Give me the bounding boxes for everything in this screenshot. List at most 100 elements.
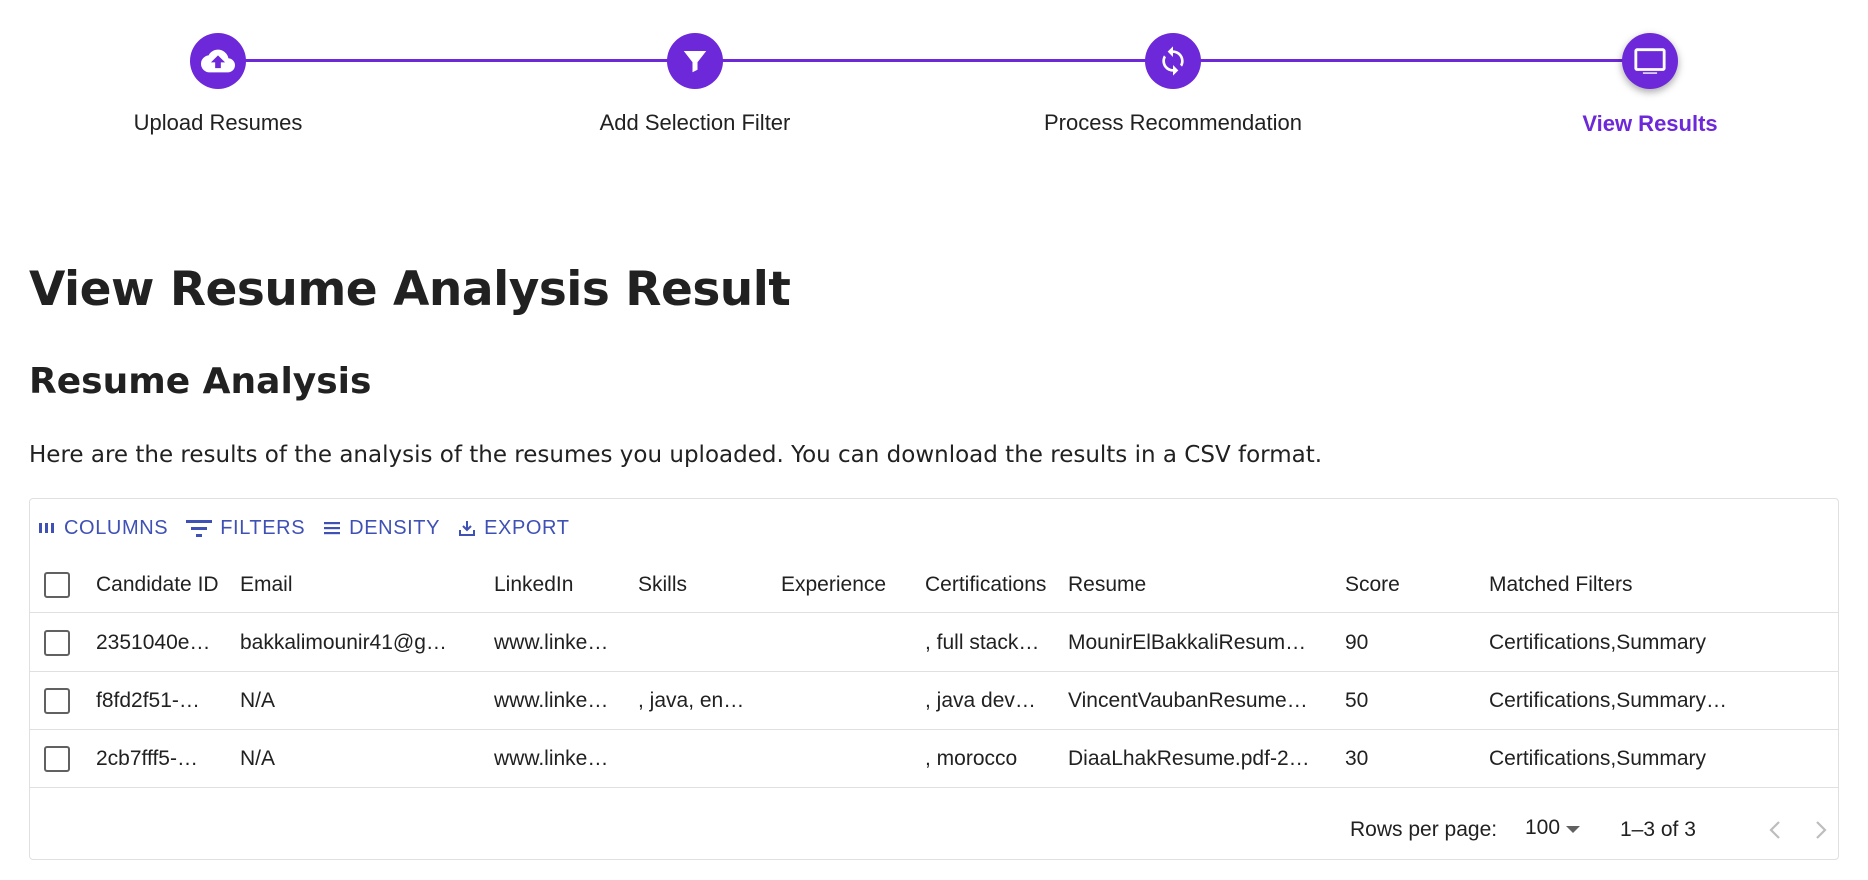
column-header-label: Matched Filters [1489,572,1633,596]
cell-skills[interactable]: , java, en… [638,672,766,729]
cell-text: , java dev… [925,688,1036,712]
column-header-label: Candidate ID [96,572,219,596]
cell-matched-filters[interactable]: Certifications,Summary [1489,730,1809,787]
page-title: View Resume Analysis Result [29,262,791,317]
filter-icon [683,51,707,73]
column-header-label: LinkedIn [494,572,574,596]
row-checkbox[interactable] [44,687,70,714]
caret-down-icon [1566,825,1581,833]
table-row[interactable]: f8fd2f51-… N/A www.linke… , java, en… , … [30,672,1838,730]
row-checkbox[interactable] [44,745,70,772]
step-label: Upload Resumes [133,110,303,135]
cell-certifications[interactable]: , full stack… [925,614,1060,671]
column-header-label: Skills [638,572,688,596]
cell-skills[interactable] [638,614,766,671]
cell-matched-filters[interactable]: Certifications,Summary [1489,614,1809,671]
density-label: DENSITY [349,516,441,539]
density-icon [324,522,341,535]
cell-text: N/A [240,688,276,712]
cell-text: DiaaLhakResume.pdf-2… [1068,746,1310,770]
export-label: EXPORT [484,516,570,539]
column-header-skills[interactable]: Skills [638,557,766,612]
filter-list-icon [186,520,213,537]
cell-experience[interactable] [781,614,913,671]
step-view-results[interactable]: View Results [1470,0,1830,150]
step-upload-resumes[interactable]: Upload Resumes [38,0,398,150]
column-header-label: Experience [781,572,887,596]
cell-experience[interactable] [781,730,913,787]
column-header-certifications[interactable]: Certifications [925,557,1060,612]
cell-text: Certifications,Summary [1489,746,1707,770]
export-button[interactable]: EXPORT [458,517,569,540]
rows-per-page-label: Rows per page: [1350,818,1498,841]
cell-score[interactable]: 50 [1345,672,1475,729]
cell-linkedin[interactable]: www.linke… [494,672,624,729]
cell-certifications[interactable]: , java dev… [925,672,1060,729]
cell-text: www.linke… [494,688,609,712]
cell-resume[interactable]: MounirElBakkaliResum… [1068,614,1338,671]
column-header-label: Certifications [925,572,1047,596]
cell-linkedin[interactable]: www.linke… [494,730,624,787]
results-data-grid: COLUMNS FILTERS DENSITY EXPORT Candidate… [29,498,1839,860]
cell-email[interactable]: N/A [240,672,480,729]
table-header-row: Candidate ID Email LinkedIn Skills Exper… [30,557,1838,613]
column-header-label: Resume [1068,572,1147,596]
column-header-score[interactable]: Score [1345,557,1475,612]
columns-icon [39,523,54,533]
cell-score[interactable]: 90 [1345,614,1475,671]
cloud-upload-icon [201,49,235,73]
column-header-matched-filters[interactable]: Matched Filters [1489,557,1809,612]
cell-matched-filters[interactable]: Certifications,Summary… [1489,672,1809,729]
column-header-linkedin[interactable]: LinkedIn [494,557,624,612]
step-circle-active [1622,33,1678,89]
cell-certifications[interactable]: , morocco [925,730,1060,787]
download-icon [459,521,476,536]
cell-text: , full stack… [925,630,1040,654]
cell-email[interactable]: N/A [240,730,480,787]
column-header-resume[interactable]: Resume [1068,557,1338,612]
cell-text: MounirElBakkaliResum… [1068,630,1307,654]
columns-button[interactable]: COLUMNS [38,517,168,540]
monitor-icon [1634,48,1666,74]
column-header-experience[interactable]: Experience [781,557,913,612]
cell-experience[interactable] [781,672,913,729]
cell-text: VincentVaubanResume… [1068,688,1308,712]
next-page-button[interactable] [1808,816,1834,844]
filters-label: FILTERS [220,516,306,539]
column-header-email[interactable]: Email [240,557,480,612]
chevron-left-icon [1769,821,1780,839]
cell-candidate-id[interactable]: 2cb7fff5-… [96,730,226,787]
grid-footer: Rows per page: 100 1–3 of 3 [30,794,1838,860]
refresh-icon [1162,46,1184,76]
table-row[interactable]: 2cb7fff5-… N/A www.linke… , morocco Diaa… [30,730,1838,788]
cell-candidate-id[interactable]: 2351040e… [96,614,226,671]
section-title: Resume Analysis [29,361,372,402]
cell-score[interactable]: 30 [1345,730,1475,787]
cell-email[interactable]: bakkalimounir41@g… [240,614,480,671]
row-checkbox[interactable] [44,629,70,656]
cell-candidate-id[interactable]: f8fd2f51-… [96,672,226,729]
cell-linkedin[interactable]: www.linke… [494,614,624,671]
pagination-range: 1–3 of 3 [1620,818,1696,841]
cell-resume[interactable]: DiaaLhakResume.pdf-2… [1068,730,1338,787]
previous-page-button[interactable] [1762,816,1788,844]
density-button[interactable]: DENSITY [323,517,440,540]
cell-text: www.linke… [494,746,609,770]
stepper-connector [218,59,1650,62]
cell-text: Certifications,Summary… [1489,688,1728,712]
cell-text: bakkalimounir41@g… [240,630,447,654]
filters-button[interactable]: FILTERS [186,517,305,540]
cell-text: N/A [240,746,276,770]
cell-text: Certifications,Summary [1489,630,1707,654]
column-header-candidate-id[interactable]: Candidate ID [96,557,226,612]
cell-skills[interactable] [638,730,766,787]
column-header-label: Email [240,572,293,596]
step-add-selection-filter[interactable]: Add Selection Filter [515,0,875,150]
step-circle [190,33,246,89]
step-process-recommendation[interactable]: Process Recommendation [993,0,1353,150]
step-label: Process Recommendation [1043,110,1302,135]
cell-resume[interactable]: VincentVaubanResume… [1068,672,1338,729]
table-row[interactable]: 2351040e… bakkalimounir41@g… www.linke… … [30,614,1838,672]
select-all-checkbox[interactable] [44,571,70,598]
rows-per-page-select[interactable]: 100 [1525,816,1581,840]
